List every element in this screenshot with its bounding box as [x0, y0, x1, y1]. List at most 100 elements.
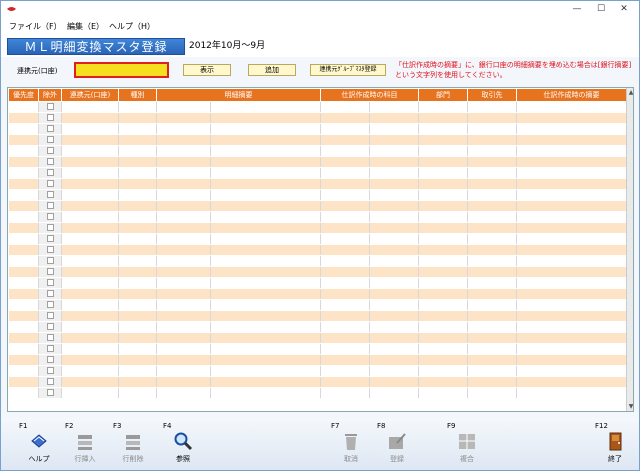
grid-cell[interactable] [418, 244, 468, 256]
grid-cell[interactable] [156, 288, 211, 300]
grid-cell[interactable] [516, 156, 627, 168]
grid-cell[interactable] [369, 299, 419, 311]
col-header-source-account[interactable]: 連携元(口座) [61, 88, 119, 102]
exclude-cell[interactable] [38, 145, 62, 157]
grid-cell[interactable] [467, 387, 517, 399]
grid-cell[interactable] [418, 178, 468, 190]
grid-cell[interactable] [418, 376, 468, 388]
exclude-cell[interactable] [38, 101, 62, 113]
exclude-cell[interactable] [38, 321, 62, 333]
grid-cell[interactable] [369, 145, 419, 157]
grid-cell[interactable] [369, 222, 419, 234]
grid-cell[interactable] [369, 244, 419, 256]
exclude-cell[interactable] [38, 244, 62, 256]
grid-cell[interactable] [516, 266, 627, 278]
grid-cell[interactable] [8, 387, 39, 399]
grid-cell[interactable] [320, 354, 370, 366]
grid-cell[interactable] [516, 387, 627, 399]
grid-cell[interactable] [118, 222, 157, 234]
grid-cell[interactable] [156, 365, 211, 377]
grid-cell[interactable] [369, 178, 419, 190]
grid-cell[interactable] [118, 387, 157, 399]
grid-cell[interactable] [156, 343, 211, 355]
grid-cell[interactable] [320, 222, 370, 234]
grid-cell[interactable] [8, 167, 39, 179]
minimize-button[interactable]: — [567, 3, 587, 15]
group-master-button[interactable]: 連携元ｸﾞﾙｰﾌﾟﾏｽﾀ登録 [310, 64, 386, 76]
col-header-exclude[interactable]: 除外 [38, 88, 62, 102]
grid-cell[interactable] [369, 156, 419, 168]
exclude-cell[interactable] [38, 211, 62, 223]
grid-cell[interactable] [467, 167, 517, 179]
grid-cell[interactable] [320, 123, 370, 135]
exclude-checkbox[interactable] [46, 147, 54, 154]
grid-cell[interactable] [118, 200, 157, 212]
grid-cell[interactable] [156, 167, 211, 179]
grid-cell[interactable] [210, 321, 321, 333]
scroll-up-icon[interactable]: ▲ [627, 88, 633, 97]
grid-cell[interactable] [8, 288, 39, 300]
grid-cell[interactable] [369, 200, 419, 212]
grid-cell[interactable] [118, 189, 157, 201]
table-row[interactable] [8, 178, 627, 190]
table-row[interactable] [8, 376, 627, 388]
table-row[interactable] [8, 299, 627, 311]
grid-cell[interactable] [61, 255, 119, 267]
grid-cell[interactable] [320, 244, 370, 256]
exclude-checkbox[interactable] [46, 224, 54, 231]
grid-cell[interactable] [467, 321, 517, 333]
grid-cell[interactable] [369, 123, 419, 135]
grid-cell[interactable] [8, 112, 39, 124]
grid-cell[interactable] [8, 211, 39, 223]
grid-cell[interactable] [516, 310, 627, 322]
grid-cell[interactable] [369, 189, 419, 201]
grid-cell[interactable] [8, 156, 39, 168]
grid-cell[interactable] [320, 255, 370, 267]
col-header-type[interactable]: 種別 [118, 88, 157, 102]
exclude-checkbox[interactable] [46, 202, 54, 209]
exclude-cell[interactable] [38, 299, 62, 311]
grid-cell[interactable] [8, 178, 39, 190]
grid-cell[interactable] [210, 200, 321, 212]
title-bar[interactable]: — ☐ ✕ [1, 1, 639, 19]
grid-cell[interactable] [210, 332, 321, 344]
grid-cell[interactable] [156, 134, 211, 146]
exclude-checkbox[interactable] [46, 169, 54, 176]
grid-cell[interactable] [516, 354, 627, 366]
grid-cell[interactable] [8, 222, 39, 234]
grid-cell[interactable] [418, 222, 468, 234]
grid-cell[interactable] [369, 233, 419, 245]
grid-cell[interactable] [118, 134, 157, 146]
maximize-button[interactable]: ☐ [591, 3, 611, 15]
grid-cell[interactable] [8, 134, 39, 146]
grid-cell[interactable] [156, 145, 211, 157]
grid-cell[interactable] [320, 233, 370, 245]
grid-cell[interactable] [516, 255, 627, 267]
grid-cell[interactable] [118, 354, 157, 366]
grid-cell[interactable] [418, 343, 468, 355]
grid-cell[interactable] [210, 266, 321, 278]
grid-cell[interactable] [467, 376, 517, 388]
grid-cell[interactable] [320, 288, 370, 300]
grid-cell[interactable] [210, 156, 321, 168]
grid-cell[interactable] [320, 211, 370, 223]
grid-cell[interactable] [210, 145, 321, 157]
grid-cell[interactable] [210, 112, 321, 124]
grid-cell[interactable] [516, 343, 627, 355]
grid-cell[interactable] [369, 134, 419, 146]
grid-cell[interactable] [118, 233, 157, 245]
grid-cell[interactable] [118, 101, 157, 113]
f8-register-button[interactable]: F8 登録 [377, 422, 417, 466]
grid-cell[interactable] [467, 233, 517, 245]
table-row[interactable] [8, 343, 627, 355]
grid-cell[interactable] [61, 332, 119, 344]
grid-cell[interactable] [369, 354, 419, 366]
grid-cell[interactable] [320, 156, 370, 168]
table-row[interactable] [8, 123, 627, 135]
table-row[interactable] [8, 255, 627, 267]
table-row[interactable] [8, 365, 627, 377]
exclude-checkbox[interactable] [46, 235, 54, 242]
grid-cell[interactable] [61, 354, 119, 366]
table-row[interactable] [8, 145, 627, 157]
grid-cell[interactable] [467, 266, 517, 278]
